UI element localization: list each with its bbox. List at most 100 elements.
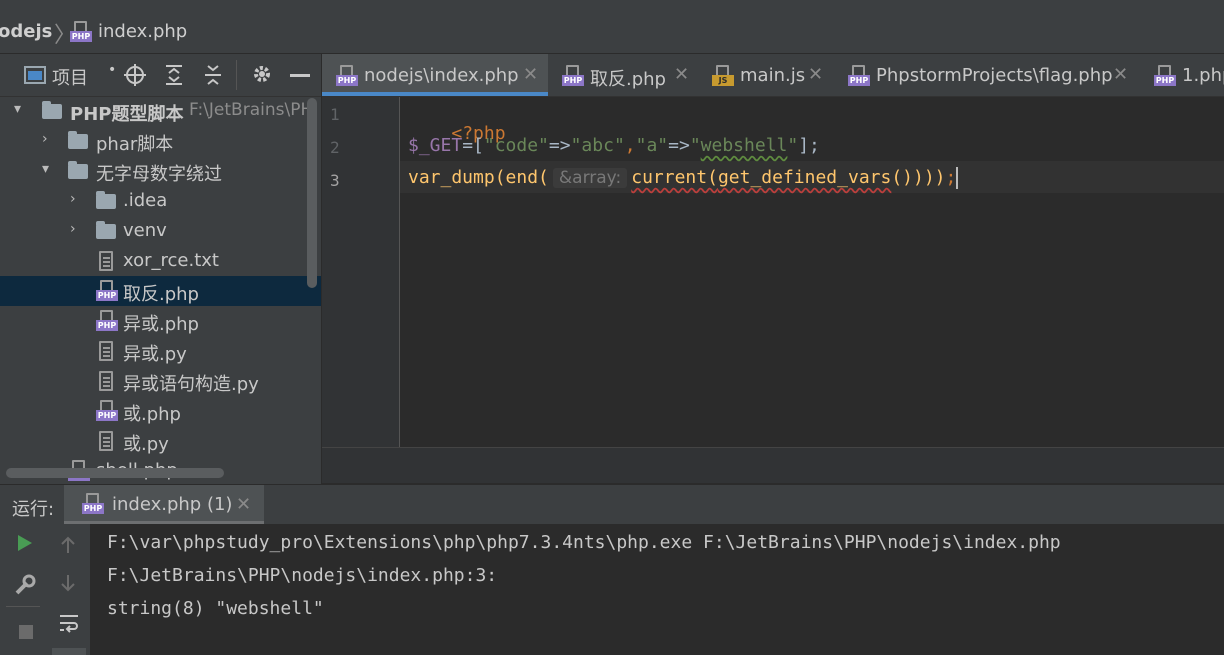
project-panel: 项目 • ▾ PHP题型脚本 F:\JetBrains\PH › phar脚本 … — [0, 54, 321, 484]
tab-label: PhpstormProjects\flag.php — [876, 65, 1113, 86]
toolbar-divider — [6, 606, 40, 607]
project-view-icon[interactable] — [24, 66, 46, 89]
code-editor[interactable]: <?php $_GET=["code"=>"abc","a"=>"webshel… — [400, 97, 1224, 447]
tree-item-file[interactable]: PHP 或.php — [0, 396, 321, 426]
php-file-icon: PHP — [848, 65, 870, 87]
breadcrumb-file[interactable]: index.php — [98, 21, 187, 42]
toolbar-button-partial[interactable] — [52, 648, 86, 655]
tree-item-label: 异或语句构造.py — [123, 374, 259, 395]
code-punctuation: ]; — [798, 135, 820, 156]
stop-icon[interactable] — [18, 624, 34, 645]
tree-item-label: 取反.php — [123, 284, 199, 305]
code-string: "code" — [483, 135, 549, 156]
tree-item-label: xor_rce.txt — [123, 250, 219, 271]
line-number: 3 — [330, 171, 340, 190]
tree-item-label: 异或.py — [123, 344, 187, 365]
js-file-icon: JS — [712, 65, 734, 87]
soft-wrap-icon[interactable] — [58, 612, 80, 639]
tab-nodejs-index-php[interactable]: PHP nodejs\index.php ✕ — [322, 54, 548, 96]
tree-item-label: 或.php — [123, 404, 181, 425]
chevron-right-icon[interactable]: › — [70, 221, 76, 237]
tab-main-js[interactable]: JS main.js ✕ — [698, 54, 834, 96]
php-file-icon: PHP — [336, 65, 358, 87]
console-line: F:\var\phpstudy_pro\Extensions\php\php7.… — [107, 532, 1061, 553]
tree-item-file[interactable]: PHP 异或.php — [0, 306, 321, 336]
folder-icon — [42, 101, 62, 119]
tab-flag-php[interactable]: PHP PhpstormProjects\flag.php ✕ — [834, 54, 1140, 96]
line-number: 2 — [330, 138, 340, 157]
collapse-all-icon[interactable] — [203, 64, 223, 91]
tree-item-label: 无字母数字绕过 — [96, 164, 222, 185]
console-line: F:\JetBrains\PHP\nodejs\index.php:3: — [107, 565, 498, 586]
arrow-down-icon[interactable] — [60, 574, 76, 597]
folder-icon — [68, 131, 88, 149]
active-tab-indicator — [322, 92, 548, 96]
tree-item-label: PHP题型脚本 — [70, 104, 184, 125]
tree-item-label: .idea — [123, 190, 168, 211]
close-icon[interactable]: ✕ — [1113, 64, 1128, 85]
python-file-icon — [98, 341, 114, 361]
chevron-down-icon[interactable]: ▾ — [42, 161, 49, 177]
code-operator: => — [548, 135, 571, 156]
tree-item-file[interactable]: 异或.py — [0, 336, 321, 366]
console-line: string(8) "webshell" — [107, 598, 324, 619]
arrow-up-icon[interactable] — [60, 536, 76, 559]
run-console[interactable]: F:\var\phpstudy_pro\Extensions\php\php7.… — [90, 524, 1224, 655]
tree-item-path: F:\JetBrains\PH — [189, 100, 314, 120]
dropdown-dot-icon[interactable]: • — [108, 62, 116, 78]
chevron-right-icon[interactable]: › — [70, 191, 76, 207]
tree-item-label: 或.py — [123, 434, 169, 455]
tree-item-label: phar脚本 — [96, 134, 174, 155]
php-file-icon: PHP — [70, 21, 92, 43]
run-play-icon[interactable] — [17, 534, 33, 557]
expand-all-icon[interactable] — [164, 64, 184, 91]
gear-icon[interactable] — [251, 63, 273, 90]
tree-item-label: venv — [123, 220, 167, 241]
close-icon[interactable]: ✕ — [674, 64, 689, 85]
editor-footer — [322, 447, 1224, 483]
php-file-icon: PHP — [1154, 65, 1176, 87]
tree-item-root[interactable]: ▾ PHP题型脚本 F:\JetBrains\PH — [0, 96, 321, 126]
breadcrumb-project[interactable]: odejs — [0, 21, 52, 42]
tree-item-folder[interactable]: › .idea — [0, 186, 321, 216]
breadcrumb: odejs 〉 PHP index.php — [0, 0, 1224, 54]
tab-label: main.js — [740, 65, 806, 86]
close-icon[interactable]: ✕ — [523, 64, 538, 85]
chevron-down-icon[interactable]: ▾ — [14, 101, 21, 117]
chevron-right-icon[interactable]: › — [42, 131, 48, 147]
close-icon[interactable]: ✕ — [236, 494, 251, 515]
code-variable: $_GET — [408, 135, 463, 156]
minimize-icon[interactable] — [290, 74, 310, 77]
tree-item-folder[interactable]: › venv — [0, 216, 321, 246]
tree-item-file[interactable]: 或.py — [0, 426, 321, 456]
code-line-3: var_dump(end(&array: current(get_defined_… — [408, 167, 959, 189]
tab-1-php[interactable]: PHP 1.php — [1140, 54, 1224, 96]
text-file-icon — [98, 251, 114, 271]
code-comma: , — [624, 135, 636, 156]
editor-tabs: PHP nodejs\index.php ✕ PHP 取反.php ✕ JS m… — [322, 54, 1224, 97]
code-operator: =[ — [462, 135, 484, 156]
tree-item-file-selected[interactable]: PHP 取反.php — [0, 276, 321, 306]
code-function-error: get_defined_vars — [717, 167, 892, 188]
tree-item-folder[interactable]: ▾ 无字母数字绕过 — [0, 156, 321, 186]
run-panel-header: 运行: PHP index.php (1) ✕ — [0, 484, 1224, 525]
toolbar-divider — [236, 60, 237, 90]
code-string-quote: " — [787, 135, 799, 156]
tree-item-file[interactable]: xor_rce.txt — [0, 246, 321, 276]
project-vertical-scrollbar[interactable] — [307, 98, 317, 288]
tree-item-file[interactable]: 异或语句构造.py — [0, 366, 321, 396]
wrench-icon[interactable] — [14, 574, 36, 601]
code-string: "abc" — [570, 135, 625, 156]
locate-icon[interactable] — [124, 64, 146, 91]
code-parens: ()))) — [891, 167, 946, 188]
run-tab-index-php[interactable]: PHP index.php (1) ✕ — [64, 485, 264, 525]
folder-icon — [96, 191, 116, 209]
code-function-error: current( — [631, 167, 718, 188]
close-icon[interactable]: ✕ — [808, 64, 823, 85]
project-view-title[interactable]: 项目 — [52, 64, 88, 90]
project-horizontal-scrollbar[interactable] — [6, 468, 224, 478]
folder-icon — [96, 221, 116, 239]
tab-label: nodejs\index.php — [364, 65, 519, 86]
tab-qufan-php[interactable]: PHP 取反.php ✕ — [548, 54, 698, 96]
tree-item-folder[interactable]: › phar脚本 — [0, 126, 321, 156]
